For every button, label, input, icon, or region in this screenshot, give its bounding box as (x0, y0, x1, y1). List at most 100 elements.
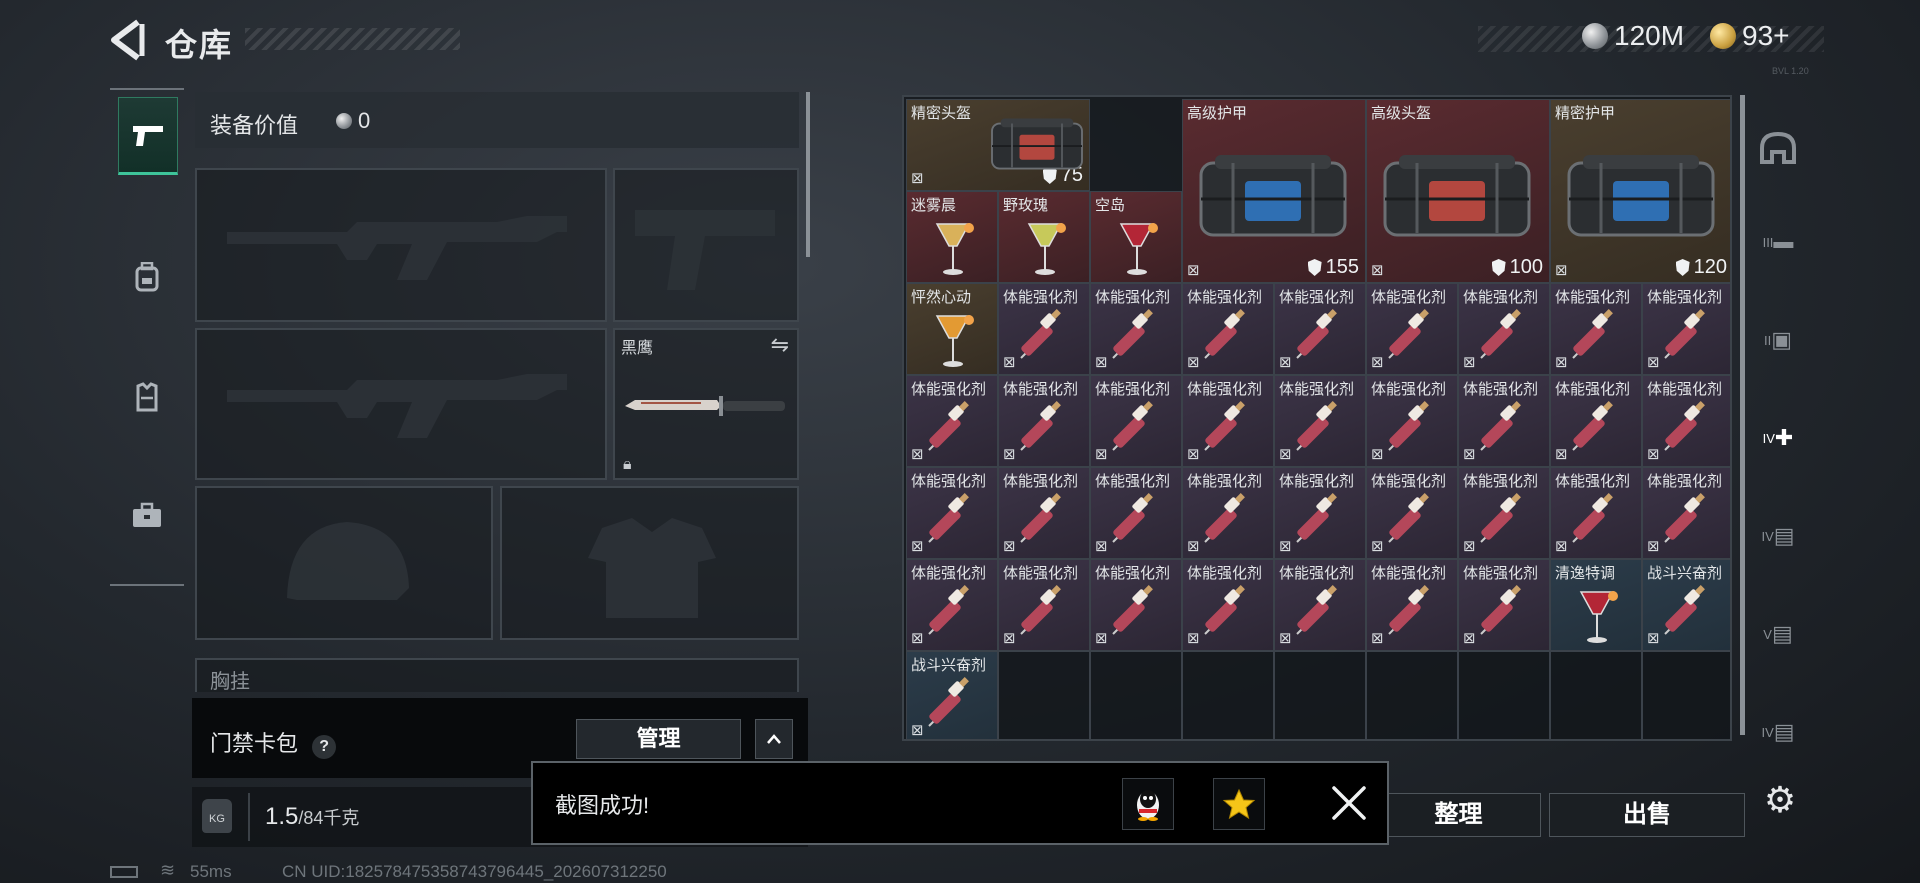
melee-slot[interactable]: 黑鹰 ⇋ 🔒︎ (613, 328, 799, 480)
tab-filter-5[interactable]: V ▤ (1752, 610, 1804, 658)
gear-icon[interactable]: ⚙ (1760, 780, 1800, 820)
item-stim[interactable]: 体能强化剂 ⊠ (998, 559, 1090, 651)
empty-slot[interactable] (1274, 651, 1366, 739)
sell-button[interactable]: 出售 (1549, 793, 1745, 837)
item-stim[interactable]: 体能强化剂 ⊠ (1182, 559, 1274, 651)
item-stim[interactable]: 体能强化剂 ⊠ (1366, 467, 1458, 559)
silver-currency: 120M (1582, 20, 1684, 52)
item-stim[interactable]: 体能强化剂 ⊠ (906, 559, 998, 651)
close-icon[interactable] (1328, 782, 1370, 824)
tab-filter-4[interactable]: IV ▤ (1752, 512, 1804, 560)
durability: 120 (1675, 256, 1727, 279)
tab-weapons[interactable] (118, 97, 178, 175)
item-stim[interactable]: 体能强化剂 ⊠ (1274, 375, 1366, 467)
item-drink[interactable]: 迷雾晨 (906, 191, 998, 283)
tab-filter-2[interactable]: II ▣ (1752, 316, 1804, 364)
item-stim[interactable]: 体能强化剂 ⊠ (1458, 283, 1550, 375)
case-icon: ▤ (1771, 621, 1793, 646)
manage-button[interactable]: 管理 (576, 719, 741, 759)
item-stim[interactable]: 体能强化剂 ⊠ (1642, 283, 1730, 375)
item-name: 体能强化剂 (1279, 565, 1355, 582)
item-name: 体能强化剂 (1187, 289, 1263, 306)
item-stim[interactable]: 体能强化剂 ⊠ (1458, 467, 1550, 559)
item-stim[interactable]: 体能强化剂 ⊠ (1550, 283, 1642, 375)
empty-slot[interactable] (1458, 651, 1550, 739)
empty-slot[interactable] (1366, 651, 1458, 739)
item-stim[interactable]: 体能强化剂 ⊠ (1550, 375, 1642, 467)
silver-coin-icon (1582, 23, 1608, 49)
item-stim[interactable]: 体能强化剂 ⊠ (1182, 283, 1274, 375)
item-stim[interactable]: 体能强化剂 ⊠ (1090, 375, 1182, 467)
tab-filter-1[interactable]: III ▬ (1752, 218, 1804, 266)
title-decoration (245, 28, 460, 50)
tab-filter-6[interactable]: IV ▤ (1752, 708, 1804, 756)
item-name: 体能强化剂 (1187, 473, 1263, 490)
item-name: 怦然心动 (911, 289, 972, 306)
expand-button[interactable] (755, 719, 793, 759)
item-stim[interactable]: 体能强化剂 ⊠ (1090, 559, 1182, 651)
armor-slot[interactable] (500, 486, 799, 640)
empty-slot[interactable] (1642, 651, 1730, 739)
item-stim[interactable]: 体能强化剂 ⊠ (1090, 467, 1182, 559)
tab-case[interactable] (118, 478, 176, 552)
help-icon[interactable]: ? (312, 735, 337, 759)
item-stim[interactable]: 体能强化剂 ⊠ (1274, 467, 1366, 559)
equipment-scrollbar[interactable] (806, 92, 810, 257)
syringe-icon (1664, 309, 1705, 359)
item-stim[interactable]: 体能强化剂 ⊠ (1274, 283, 1366, 375)
sort-button[interactable]: 整理 (1376, 793, 1541, 837)
keycard-label-text: 门禁卡包 (210, 731, 299, 756)
item-stim[interactable]: 体能强化剂 ⊠ (1366, 559, 1458, 651)
item-drink[interactable]: 野玫瑰 (998, 191, 1090, 283)
briefcase-icon (133, 502, 161, 527)
syringe-icon (1480, 585, 1521, 635)
item-stim[interactable]: 体能强化剂 ⊠ (1642, 375, 1730, 467)
tab-backpack[interactable] (118, 240, 176, 314)
item-stim[interactable]: 体能强化剂 ⊠ (906, 467, 998, 559)
item-stim[interactable]: 体能强化剂 ⊠ (1458, 559, 1550, 651)
primary-weapon-slot[interactable] (195, 168, 607, 322)
item-advanced-helmet[interactable]: 高级头盔 ⊠ 100 (1366, 99, 1550, 283)
helmet-slot[interactable] (195, 486, 493, 640)
item-stim[interactable]: 体能强化剂 ⊠ (1458, 375, 1550, 467)
item-precision-helmet[interactable]: 精密头盔 ⊠ 75 (906, 99, 1090, 191)
item-stim[interactable]: 体能强化剂 ⊠ (998, 375, 1090, 467)
item-stim[interactable]: 体能强化剂 ⊠ (998, 467, 1090, 559)
chest-rig-slot[interactable] (195, 658, 799, 692)
item-stim[interactable]: 体能强化剂 ⊠ (1182, 467, 1274, 559)
swap-icon[interactable]: ⇋ (771, 332, 789, 358)
item-drink[interactable]: 怦然心动 (906, 283, 998, 375)
rifle-silhouette-icon (227, 216, 567, 280)
item-stim[interactable]: 体能强化剂 ⊠ (1642, 467, 1730, 559)
item-drink[interactable]: 清逸特调 (1550, 559, 1642, 651)
item-stim[interactable]: 体能强化剂 ⊠ (1366, 283, 1458, 375)
empty-slot[interactable] (1090, 651, 1182, 739)
tab-filter-3[interactable]: IV ✚ (1752, 414, 1804, 462)
item-combat-stim[interactable]: 战斗兴奋剂 ⊠ (1642, 559, 1730, 651)
item-name: 战斗兴奋剂 (1647, 565, 1723, 582)
item-stim[interactable]: 体能强化剂 ⊠ (906, 375, 998, 467)
empty-slot[interactable] (998, 651, 1090, 739)
syringe-icon (1388, 585, 1429, 635)
item-stim[interactable]: 体能强化剂 ⊠ (1366, 375, 1458, 467)
empty-slot[interactable] (1550, 651, 1642, 739)
share-qq-button[interactable] (1122, 778, 1174, 830)
item-name: 体能强化剂 (1003, 473, 1079, 490)
empty-slot[interactable] (1182, 651, 1274, 739)
item-drink[interactable]: 空岛 (1090, 191, 1182, 283)
item-stim[interactable]: 体能强化剂 ⊠ (1274, 559, 1366, 651)
secondary-weapon-slot[interactable] (195, 328, 607, 480)
tab-all-items[interactable] (1752, 124, 1804, 172)
item-stim[interactable]: 体能强化剂 ⊠ (1182, 375, 1274, 467)
item-precision-armor[interactable]: 精密护甲 ⊠ 120 (1550, 99, 1730, 283)
item-advanced-armor[interactable]: 高级护甲 ⊠ 155 (1182, 99, 1366, 283)
item-stim[interactable]: 体能强化剂 ⊠ (998, 283, 1090, 375)
item-stim[interactable]: 体能强化剂 ⊠ (1550, 467, 1642, 559)
item-stim[interactable]: 体能强化剂 ⊠ (1090, 283, 1182, 375)
back-arrow-icon[interactable] (108, 18, 148, 62)
item-combat-stim[interactable]: 战斗兴奋剂 ⊠ (906, 651, 998, 739)
tab-vest[interactable] (118, 360, 176, 434)
sidearm-slot[interactable] (613, 168, 799, 322)
share-qzone-button[interactable] (1213, 778, 1265, 830)
inventory-scrollbar[interactable] (1740, 95, 1745, 735)
